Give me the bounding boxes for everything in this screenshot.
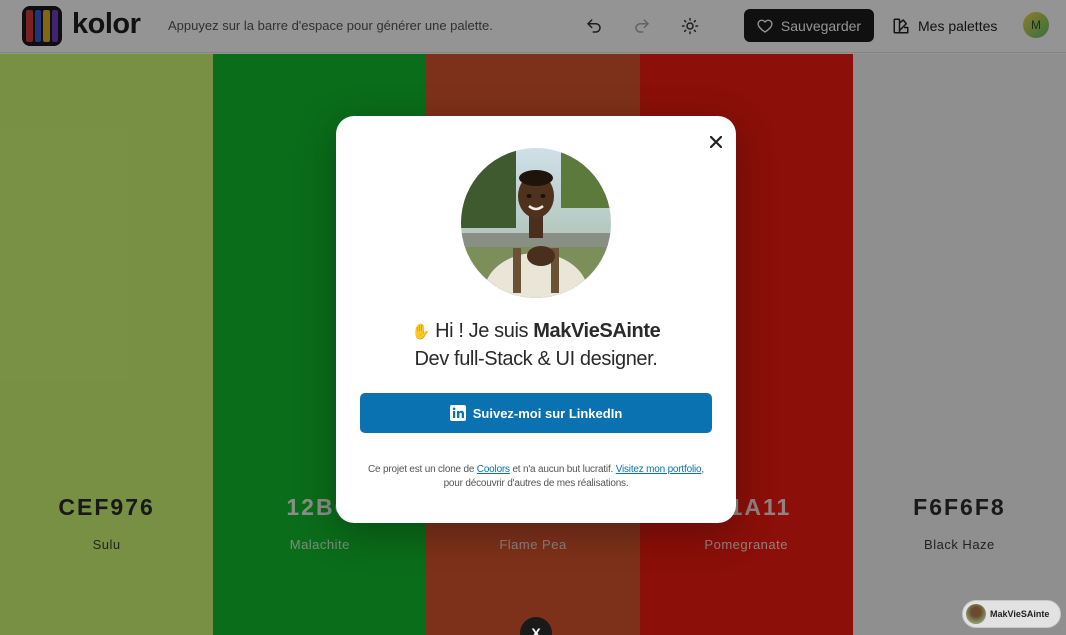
footnote-text: Ce projet est un clone de (368, 464, 477, 475)
greeting-prefix: Hi ! Je suis (435, 320, 534, 342)
linkedin-label: Suivez-moi sur LinkedIn (472, 405, 623, 421)
profile-photo-image (461, 148, 611, 298)
greeting: ✋ Hi ! Je suis MakVieSAinte (336, 320, 736, 343)
portfolio-link[interactable]: Visitez mon portfolio (616, 464, 702, 475)
waving-hand-icon: ✋ (411, 323, 431, 341)
author-chip-label: MakVieSAinte (990, 609, 1050, 619)
close-button[interactable] (708, 134, 724, 150)
author-name: MakVieSAinte (533, 320, 661, 342)
footnote-text: et n'a aucun but lucratif. (509, 464, 616, 475)
author-chip[interactable]: MakVieSAinte (962, 600, 1061, 628)
linkedin-icon (449, 405, 466, 421)
disclaimer: Ce projet est un clone de Coolors et n'a… (366, 463, 706, 491)
author-avatar (966, 604, 986, 624)
close-icon (710, 136, 722, 148)
coolors-link[interactable]: Coolors (477, 464, 510, 475)
author-role: Dev full-Stack & UI designer. (414, 348, 658, 370)
linkedin-button[interactable]: Suivez-moi sur LinkedIn (360, 393, 712, 433)
about-modal: ✋ Hi ! Je suis MakVieSAinte Dev full-Sta… (336, 116, 736, 523)
profile-photo (461, 148, 611, 298)
